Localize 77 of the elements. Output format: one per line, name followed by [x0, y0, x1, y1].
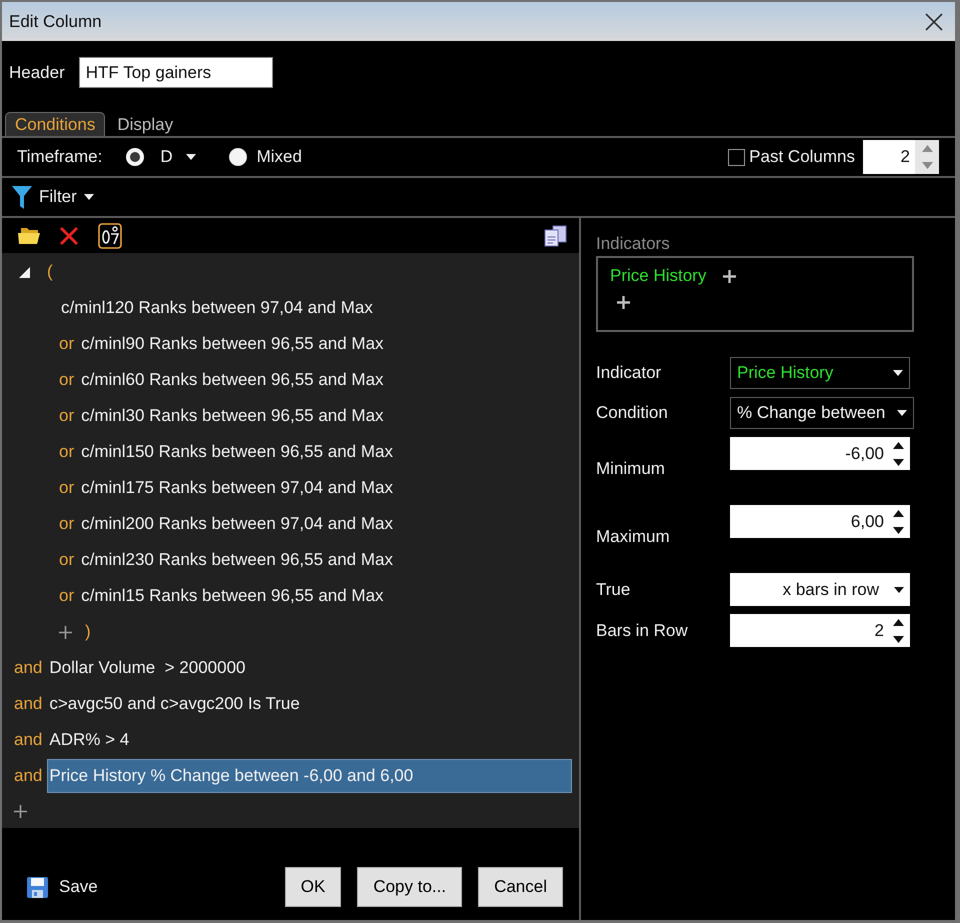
spin-arrows-icon[interactable]	[893, 618, 904, 642]
timeframe-label: Timeframe:	[17, 147, 102, 167]
copy-icon[interactable]	[544, 224, 567, 246]
condition-item[interactable]: c/minl200 Ranks between 97,04 and Max	[79, 507, 395, 541]
digits-icon[interactable]	[98, 222, 122, 248]
field-label: Indicator	[596, 363, 662, 382]
plus-icon[interactable]	[14, 804, 27, 818]
group-open-paren[interactable]: (	[45, 262, 55, 282]
caret-icon	[894, 586, 904, 592]
connector-label: or	[59, 478, 74, 498]
connector-label: or	[59, 370, 74, 390]
header-label: Header	[9, 62, 65, 82]
indicator-item[interactable]: Price History	[610, 266, 706, 286]
save-button[interactable]: Save	[27, 867, 98, 907]
connector-label: or	[59, 550, 74, 570]
plus-icon[interactable]	[59, 626, 72, 638]
number-spinner[interactable]: 6,00	[730, 505, 910, 538]
mode-dropdown[interactable]: x bars in row	[730, 573, 910, 606]
field-label: Maximum	[596, 527, 670, 546]
caret-icon	[893, 370, 903, 376]
expanded-triangle-icon[interactable]	[19, 266, 30, 278]
group-close-paren: )	[84, 622, 92, 642]
condition-item[interactable]: c/minl120 Ranks between 97,04 and Max	[59, 291, 375, 325]
checkbox[interactable]	[728, 148, 746, 166]
connector-label: and	[14, 730, 42, 750]
spin-arrows-icon[interactable]	[893, 510, 904, 534]
delete-icon[interactable]	[59, 226, 79, 246]
tab[interactable]: Conditions	[5, 112, 106, 136]
condition-item[interactable]: Price History % Change between -6,00 and 6,00	[47, 759, 572, 793]
condition-item[interactable]: c>avgc50 and c>avgc200 Is True	[47, 687, 302, 721]
window-title: Edit Column	[9, 12, 102, 32]
dialog-button[interactable]: Cancel	[478, 867, 563, 907]
condition-item[interactable]: c/minl230 Ranks between 96,55 and Max	[79, 543, 395, 577]
caret-icon	[186, 154, 196, 160]
number-spinner[interactable]: 2	[730, 614, 910, 647]
filter-dropdown[interactable]: Filter	[12, 185, 94, 209]
condition-item[interactable]: c/minl15 Ranks between 96,55 and Max	[79, 579, 386, 613]
field-label: True	[596, 580, 630, 598]
field-label: Bars in Row	[596, 620, 688, 640]
condition-item[interactable]: c/minl150 Ranks between 96,55 and Max	[79, 435, 395, 469]
past-columns-spinner[interactable]: 2	[863, 140, 939, 174]
dialog-button[interactable]: OK	[284, 867, 342, 907]
caret-icon	[897, 410, 907, 416]
condition-item[interactable]: Dollar Volume > 2000000	[47, 651, 248, 685]
condition-item[interactable]: c/minl30 Ranks between 96,55 and Max	[79, 399, 386, 433]
past-columns-label: Past Columns	[749, 147, 855, 167]
dialog-button[interactable]: Copy to...	[357, 867, 462, 907]
funnel-icon	[12, 185, 32, 209]
connector-label: or	[59, 406, 74, 426]
connector-label: or	[59, 514, 74, 534]
folder-icon[interactable]	[18, 226, 40, 245]
connector-label: and	[14, 766, 42, 786]
connector-label: and	[14, 694, 42, 714]
condition-dropdown[interactable]: % Change between	[730, 397, 914, 429]
spin-arrows-icon[interactable]	[893, 442, 904, 466]
plus-icon[interactable]	[723, 270, 736, 282]
connector-label: or	[59, 334, 74, 354]
number-spinner[interactable]: -6,00	[730, 437, 910, 470]
condition-item[interactable]: c/minl90 Ranks between 96,55 and Max	[79, 327, 386, 361]
condition-item[interactable]: ADR% > 4	[47, 723, 132, 757]
connector-label: or	[59, 586, 74, 606]
timeframe-dropdown[interactable]: D	[160, 147, 196, 167]
connector-label: or	[59, 442, 74, 462]
indicators-label: Indicators	[596, 234, 670, 254]
tab[interactable]: Display	[107, 112, 184, 136]
field-label: Minimum	[596, 459, 665, 478]
caret-icon	[84, 194, 94, 200]
header-field[interactable]: HTF Top gainers	[78, 57, 273, 88]
condition-item[interactable]: c/minl60 Ranks between 96,55 and Max	[79, 363, 386, 397]
close-icon[interactable]	[925, 12, 943, 30]
radio-label[interactable]: Mixed	[256, 147, 302, 167]
indicator-dropdown[interactable]: Price History	[730, 357, 910, 389]
plus-icon[interactable]	[617, 296, 630, 309]
connector-label: and	[14, 658, 42, 678]
condition-item[interactable]: c/minl175 Ranks between 97,04 and Max	[79, 471, 395, 505]
field-label: Condition	[596, 403, 668, 422]
radio-button[interactable]	[228, 148, 247, 166]
